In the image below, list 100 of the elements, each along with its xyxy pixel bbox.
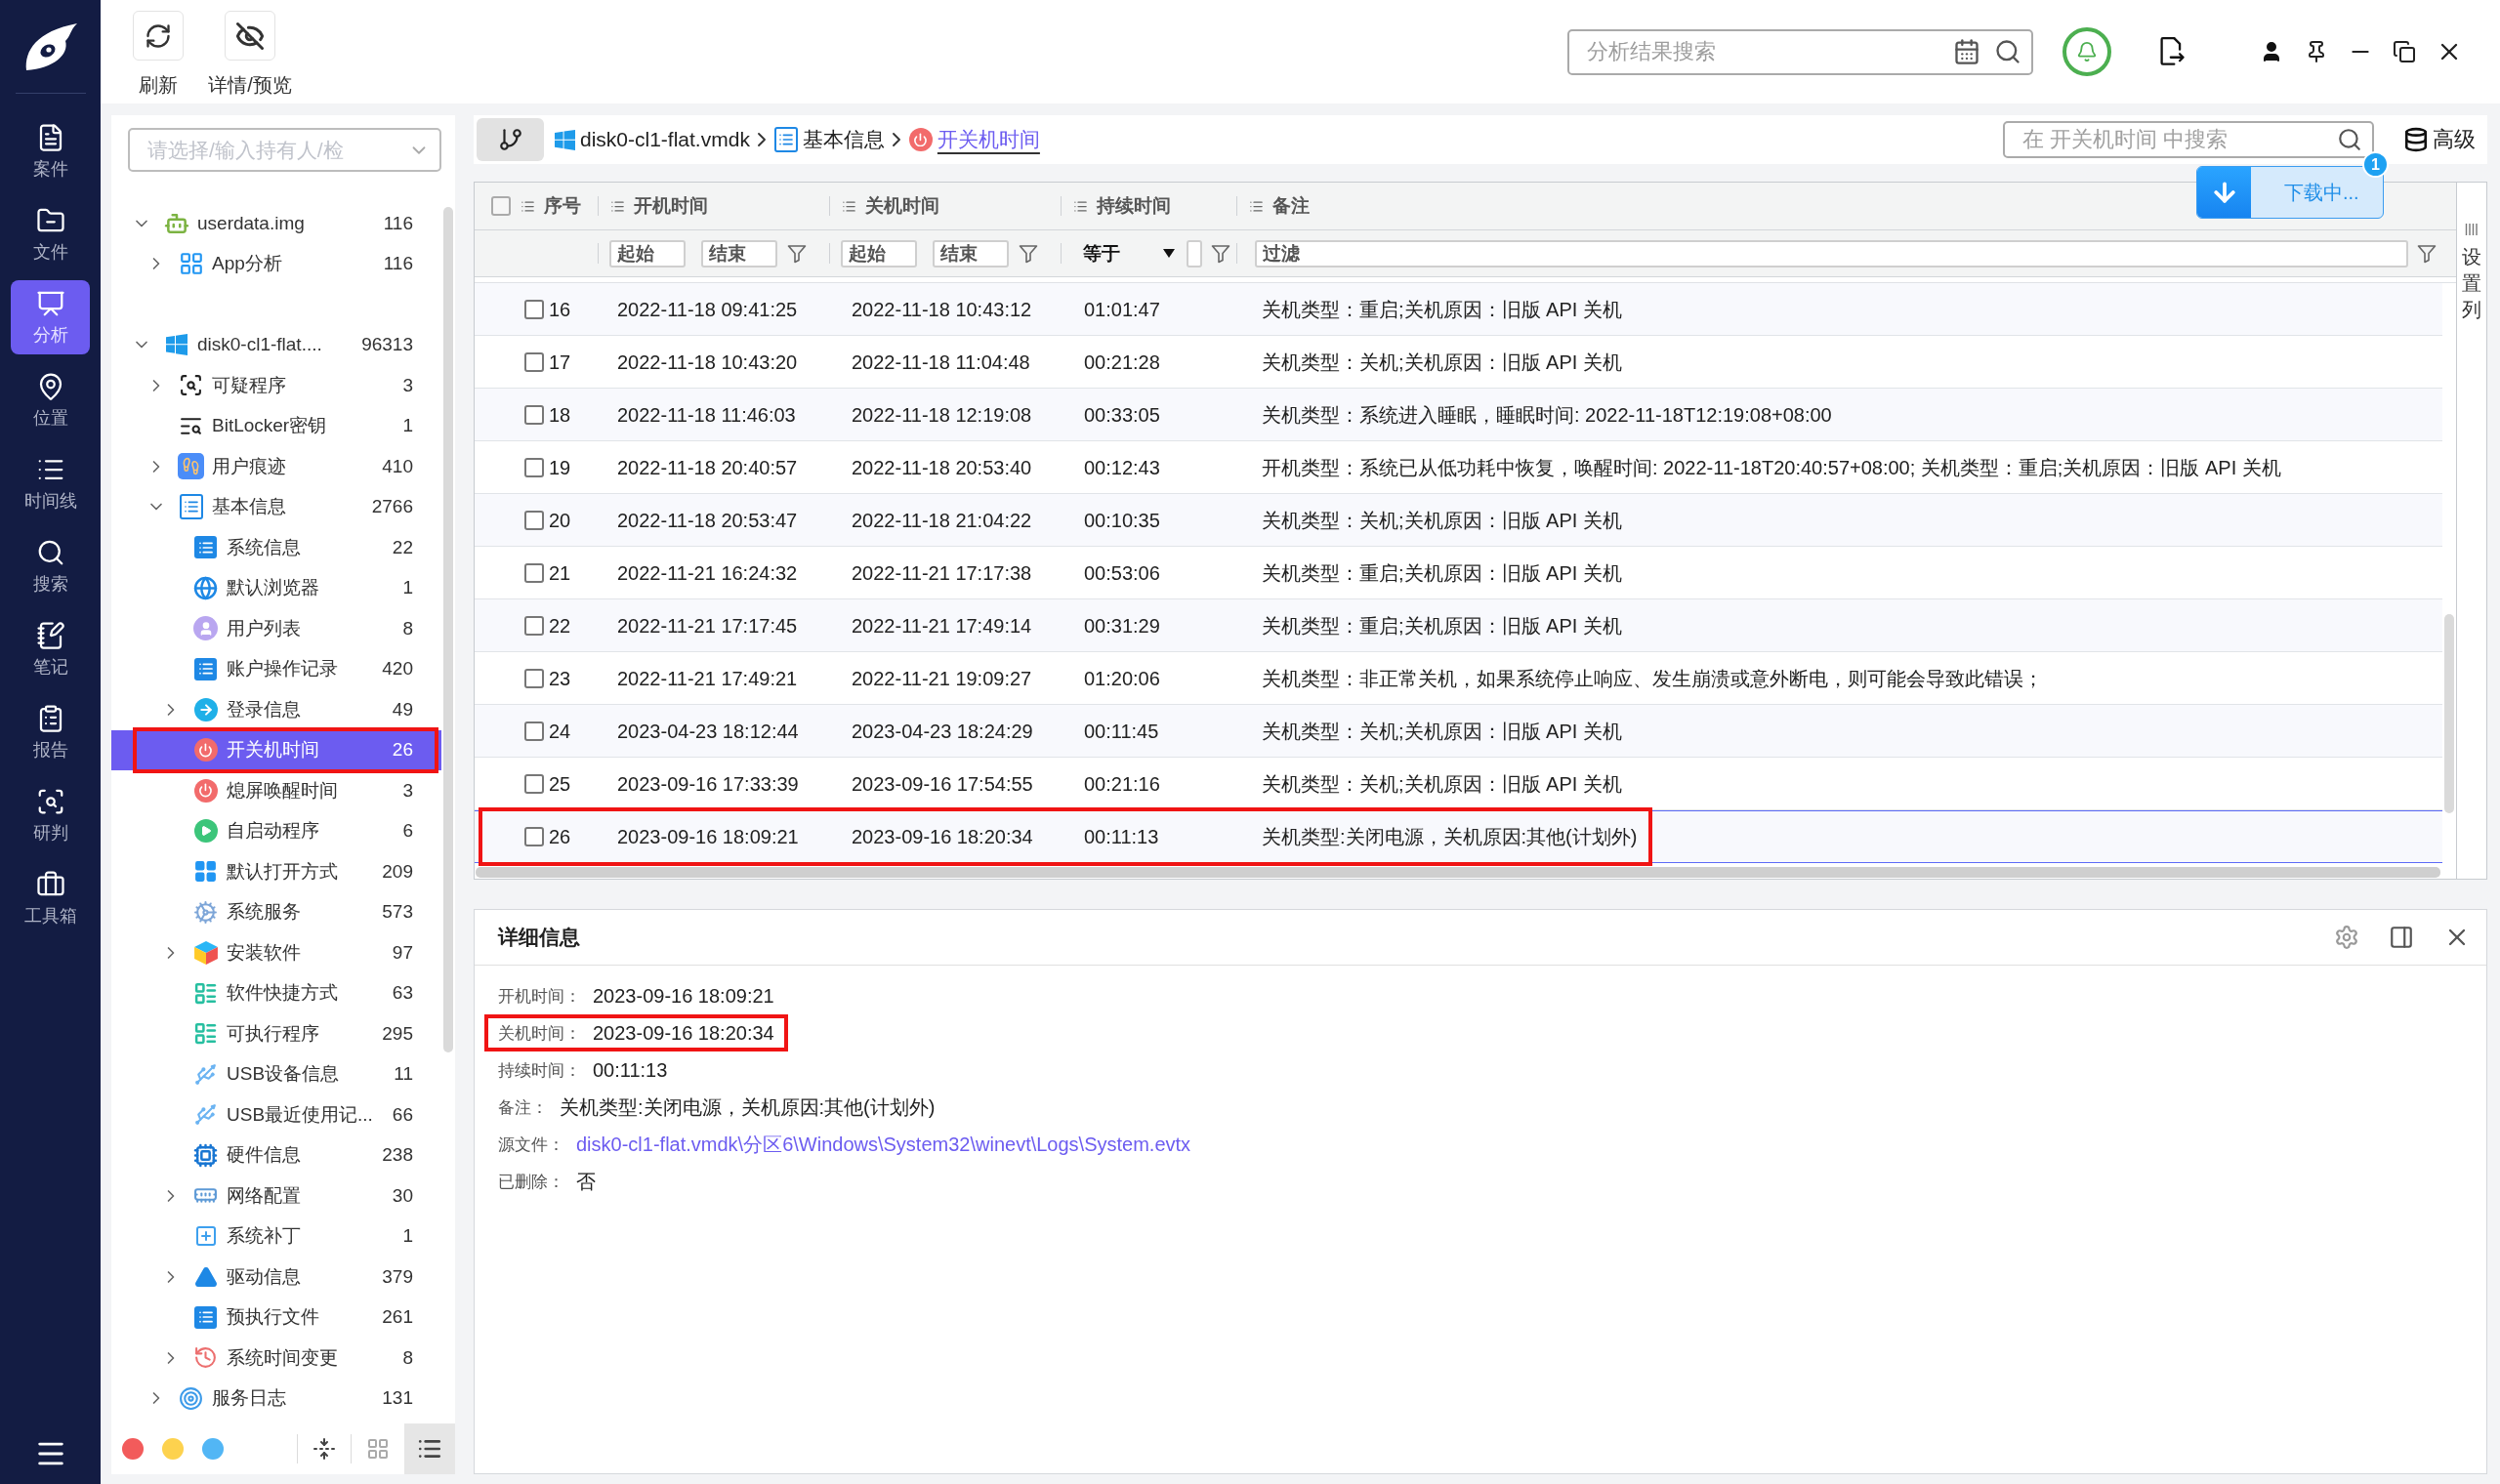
- checkbox[interactable]: [524, 563, 544, 583]
- tree-item[interactable]: 默认浏览器 1: [111, 567, 441, 608]
- tree-item[interactable]: 网络配置 30: [111, 1175, 441, 1216]
- checkbox[interactable]: [524, 300, 544, 319]
- filter-icon[interactable]: [2417, 243, 2437, 264]
- table-row[interactable]: 26 2023-09-16 18:09:21 2023-09-16 18:20:34 00:11:13 关机类型:关闭电源，关机原因:其他(计划外): [475, 810, 2442, 863]
- column-header[interactable]: 关机时间: [829, 183, 1061, 229]
- filter-icon[interactable]: [787, 243, 807, 264]
- search-icon[interactable]: [2337, 127, 2362, 152]
- holder-select[interactable]: 请选择/输入持有人/检: [128, 128, 441, 172]
- filter-field[interactable]: 过滤: [1255, 239, 2408, 268]
- row-number: 20: [549, 509, 571, 532]
- table-row[interactable]: 22 2022-11-21 17:17:45 2022-11-21 17:49:14 00:31:29 关机类型：重启;关机原因：旧版 API 关机: [475, 599, 2442, 652]
- tree-item[interactable]: USB最近使用记... 66: [111, 1094, 441, 1135]
- tree-item[interactable]: 登录信息 49: [111, 689, 441, 730]
- tree-item[interactable]: 硬件信息 238: [111, 1134, 441, 1175]
- checkbox[interactable]: [524, 616, 544, 636]
- column-header[interactable]: 序号: [521, 183, 598, 229]
- refresh-button[interactable]: [133, 11, 184, 61]
- nav-item[interactable]: 工具箱: [11, 861, 90, 935]
- tree-item[interactable]: disk0-cl1-flat.... 96313: [111, 324, 441, 365]
- split-panel-icon[interactable]: [2389, 925, 2414, 950]
- nav-item[interactable]: 报告: [11, 695, 90, 769]
- nav-item[interactable]: 笔记: [11, 612, 90, 686]
- list-button[interactable]: [404, 1423, 455, 1474]
- tree-item[interactable]: 安装软件 97: [111, 932, 441, 973]
- tree-item[interactable]: 软件快捷方式 63: [111, 972, 441, 1013]
- color-dot[interactable]: [202, 1438, 224, 1460]
- filter-field[interactable]: 起始: [841, 239, 917, 268]
- item-count: 8: [401, 1346, 413, 1369]
- tree-item[interactable]: 预执行文件 261: [111, 1297, 441, 1338]
- tree-item[interactable]: 用户痕迹 410: [111, 446, 441, 487]
- tree-item[interactable]: BitLocker密钥 1: [111, 405, 441, 446]
- checkbox[interactable]: [524, 405, 544, 425]
- tree-item[interactable]: 基本信息 2766: [111, 486, 441, 527]
- tree-item[interactable]: 系统时间变更 8: [111, 1338, 441, 1379]
- filter-field[interactable]: [1187, 239, 1202, 268]
- nav-item[interactable]: 搜索: [11, 529, 90, 603]
- column-header[interactable]: 持续时间: [1061, 183, 1236, 229]
- filter-icon[interactable]: [1019, 243, 1038, 264]
- nav-item[interactable]: 文件: [11, 197, 90, 271]
- operator-select[interactable]: 等于: [1083, 240, 1181, 267]
- restore-icon[interactable]: [2393, 40, 2416, 63]
- breadcrumb-link[interactable]: disk0-cl1-flat.vmdk: [555, 128, 750, 151]
- search-icon[interactable]: [1994, 38, 2021, 65]
- tree-item[interactable]: USB设备信息 11: [111, 1053, 441, 1094]
- nav-item[interactable]: 位置: [11, 363, 90, 437]
- breadcrumb-link[interactable]: 开关机时间: [908, 126, 1040, 153]
- tree-item[interactable]: 服务日志 131: [111, 1378, 441, 1419]
- filter-field[interactable]: 结束: [933, 239, 1009, 268]
- tree-item[interactable]: App分析 116: [111, 243, 441, 284]
- nav-item[interactable]: 案件: [11, 114, 90, 188]
- tree-item[interactable]: 可执行程序 295: [111, 1013, 441, 1054]
- tree-item[interactable]: 账户操作记录 420: [111, 648, 441, 689]
- branch-button[interactable]: [477, 118, 544, 161]
- filter-field[interactable]: 结束: [701, 239, 777, 268]
- tree-item[interactable]: 开关机时间 26: [111, 729, 441, 770]
- table-cell-text: 2023-09-16 18:20:34: [851, 825, 1034, 848]
- preview-toggle-button[interactable]: [225, 11, 275, 61]
- nav-item[interactable]: 分析: [11, 280, 90, 354]
- table-row[interactable]: 20 2022-11-18 20:53:47 2022-11-18 21:04:22 00:10:35 关机类型：关机;关机原因：旧版 API 关机: [475, 494, 2442, 547]
- tree-item[interactable]: 驱动信息 379: [111, 1257, 441, 1298]
- checkbox[interactable]: [524, 774, 544, 794]
- item-count: 573: [381, 901, 413, 924]
- color-dot[interactable]: [122, 1438, 144, 1460]
- file-export-icon[interactable]: [2158, 37, 2186, 66]
- checkbox[interactable]: [524, 511, 544, 530]
- tree-item[interactable]: 默认打开方式 209: [111, 851, 441, 892]
- checkbox[interactable]: [491, 196, 511, 216]
- calendar-icon[interactable]: [1953, 38, 1980, 65]
- tree-item[interactable]: 用户列表 8: [111, 608, 441, 649]
- nav-item[interactable]: 时间线: [11, 446, 90, 520]
- tree-item[interactable]: 熄屏唤醒时间 3: [111, 770, 441, 811]
- settings-icon[interactable]: [2334, 925, 2359, 950]
- breadcrumb-link[interactable]: 基本信息: [773, 126, 885, 153]
- checkbox[interactable]: [524, 352, 544, 372]
- branch-icon: [497, 127, 523, 152]
- table-row[interactable]: 24 2023-04-23 18:12:44 2023-04-23 18:24:29 00:11:45 关机类型：关机;关机原因：旧版 API 关机: [475, 705, 2442, 758]
- filter-icon[interactable]: [1211, 243, 1230, 264]
- checkbox[interactable]: [524, 458, 544, 477]
- checkbox[interactable]: [524, 669, 544, 688]
- color-dot[interactable]: [162, 1438, 184, 1460]
- tree-item[interactable]: 系统信息 22: [111, 527, 441, 568]
- checkbox[interactable]: [524, 721, 544, 741]
- table-row[interactable]: 16 2022-11-18 09:41:25 2022-11-18 10:43:12 01:01:47 关机类型：重启;关机原因：旧版 API 关机: [475, 283, 2442, 336]
- bell-icon[interactable]: [2062, 27, 2111, 76]
- tree-item[interactable]: userdata.img 116: [111, 203, 441, 244]
- nav-item[interactable]: 研判: [11, 778, 90, 852]
- checkbox[interactable]: [524, 827, 544, 846]
- tree-item[interactable]: 自启动程序 6: [111, 810, 441, 851]
- tree-item[interactable]: 可疑程序 3: [111, 365, 441, 406]
- column-header[interactable]: 开机时间: [598, 183, 829, 229]
- advanced-search-button[interactable]: 高级: [2403, 125, 2476, 154]
- file-path-link[interactable]: disk0-cl1-flat.vmdk\分区6\Windows\System32\winevt\Logs\System.evtx: [576, 1131, 1191, 1158]
- tree-item[interactable]: 系统补丁 1: [111, 1216, 441, 1257]
- table-row[interactable]: 18 2022-11-18 11:46:03 2022-11-18 12:19:08 00:33:05 关机类型：系统进入睡眠，睡眠时间: 2022-11-18T12:19:08+08:00: [475, 389, 2442, 441]
- filter-field[interactable]: 起始: [609, 239, 686, 268]
- table-search-field[interactable]: 在 开关机时间 中搜索: [2003, 121, 2374, 158]
- tree-item[interactable]: 系统服务 573: [111, 891, 441, 932]
- search-field[interactable]: 分析结果搜索: [1567, 28, 2033, 75]
